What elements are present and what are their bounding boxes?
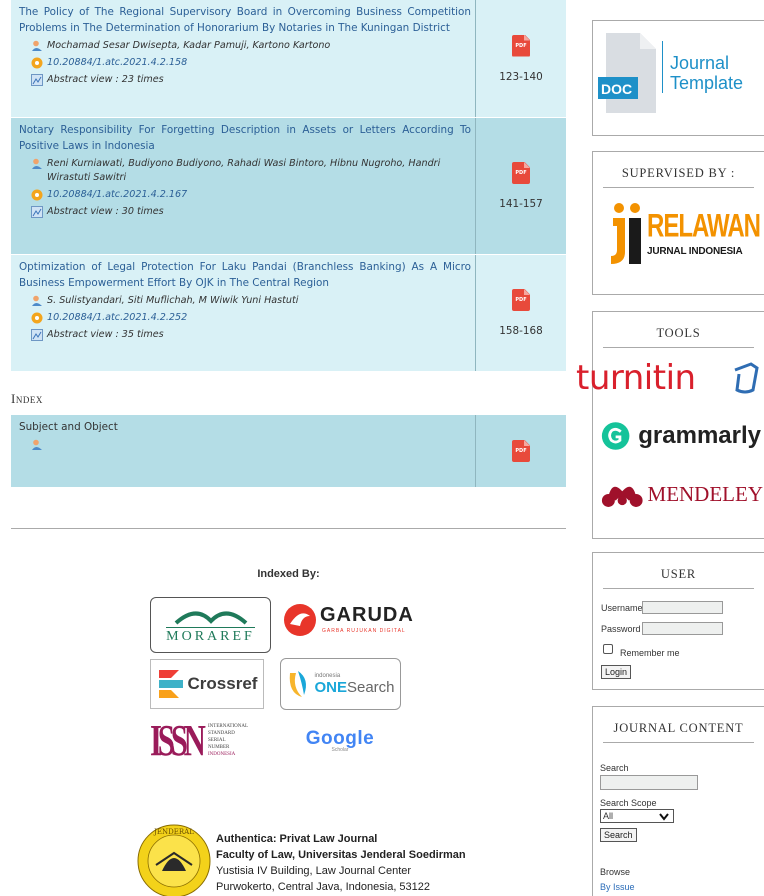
pdf-icon[interactable]: PDF: [512, 289, 530, 311]
chevron-down-icon: [659, 813, 669, 821]
username-input[interactable]: [642, 601, 723, 614]
moraref-logo[interactable]: MORAREF: [150, 597, 271, 653]
rji-logo[interactable]: RELAWAN JURNAL INDONESIA: [607, 202, 761, 266]
footer-building: Yustisia IV Building, Law Journal Center: [216, 865, 412, 877]
pdf-icon[interactable]: PDF: [512, 440, 530, 462]
issn-text-lines: INTERNATIONAL STANDARD SERIAL NUMBER IND…: [208, 723, 248, 757]
article-authors: Reni Kurniawati, Budiyono Budiyono, Raha…: [19, 157, 471, 185]
search-input[interactable]: [600, 775, 698, 790]
supervised-title: SUPERVISED BY :: [603, 152, 754, 188]
sidebar-tools-block: TOOLS turnitin grammarly MENDELEY: [576, 311, 764, 539]
doi-link[interactable]: 10.20884/1.atc.2021.4.2.167: [47, 188, 187, 202]
svg-text:JENDERAL: JENDERAL: [153, 828, 194, 836]
search-scope-select[interactable]: All: [600, 809, 674, 823]
remember-label: Remember me: [620, 648, 680, 658]
view-stats-icon: [31, 74, 43, 86]
article-pages: 123-140: [499, 70, 543, 83]
article-doi: 10.20884/1.atc.2021.4.2.158: [19, 56, 471, 70]
onesearch-icon: [290, 671, 307, 697]
section-heading-index: Index: [11, 391, 43, 406]
article-doi: 10.20884/1.atc.2021.4.2.252: [19, 311, 471, 325]
article-views: Abstract view : 23 times: [19, 73, 471, 87]
search-scope-label: Search Scope: [600, 798, 657, 808]
view-stats-icon: [31, 329, 43, 341]
issn-logo[interactable]: ISSN INTERNATIONAL STANDARD SERIAL NUMBE…: [150, 714, 264, 766]
university-seal-logo: JENDERAL: [136, 815, 212, 896]
doi-icon: [31, 57, 43, 69]
doi-link[interactable]: 10.20884/1.atc.2021.4.2.158: [47, 56, 187, 70]
journal-content-title: JOURNAL CONTENT: [603, 707, 754, 743]
mendeley-icon: [601, 486, 643, 507]
article-authors: S. Sulistyandari, Siti Muflichah, M Wiwi…: [19, 294, 471, 308]
garuda-bird-icon: [284, 604, 316, 636]
doc-file-icon: [598, 33, 656, 113]
sidebar-template-block: DOC Journal Template: [592, 20, 764, 136]
article-doi: 10.20884/1.atc.2021.4.2.167: [19, 188, 471, 202]
index-title-link[interactable]: Subject and Object: [19, 419, 471, 435]
username-label: Username: [601, 603, 643, 613]
search-button[interactable]: Search: [600, 828, 637, 842]
tools-title: TOOLS: [603, 312, 754, 348]
article-row: Optimization of Legal Protection For Lak…: [11, 255, 566, 372]
grammarly-logo[interactable]: grammarly: [601, 416, 761, 456]
author-icon: [32, 439, 42, 450]
sidebar-journal-content-block: JOURNAL CONTENT Search Search Scope All …: [592, 706, 764, 896]
doi-icon: [31, 312, 43, 324]
turnitin-mark-icon: [734, 362, 759, 394]
pdf-icon[interactable]: PDF: [512, 162, 530, 184]
sidebar-user-block: USER Username Password Remember me Login: [592, 552, 764, 690]
footer-city: Purwokerto, Central Java, Indonesia, 531…: [216, 881, 431, 893]
onesearch-logo[interactable]: indonesia ONESearch: [280, 658, 401, 710]
article-title-link[interactable]: Optimization of Legal Protection For Lak…: [19, 259, 471, 291]
pdf-icon[interactable]: PDF: [512, 34, 530, 57]
article-views: Abstract view : 35 times: [19, 328, 471, 342]
remember-checkbox[interactable]: [603, 644, 613, 654]
password-input[interactable]: [642, 622, 723, 635]
turnitin-logo[interactable]: turnitin: [576, 358, 764, 398]
browse-by-issue-link[interactable]: By Issue: [600, 882, 635, 892]
search-label: Search: [600, 763, 629, 773]
seal-icon: JENDERAL: [137, 824, 211, 896]
sidebar-supervised-block: SUPERVISED BY : RELAWAN JURNAL INDONESIA: [592, 151, 764, 295]
article-views: Abstract view : 30 times: [19, 205, 471, 219]
rji-icon: [611, 203, 641, 264]
article-row: The Policy of The Regional Supervisory B…: [11, 0, 566, 118]
author-icon: [32, 40, 42, 51]
login-button[interactable]: Login: [601, 665, 632, 679]
footer-contact: Authentica: Privat Law Journal Faculty o…: [216, 831, 516, 895]
view-stats-icon: [31, 206, 43, 218]
article-row: Notary Responsibility For Forgetting Des…: [11, 118, 566, 255]
password-label: Password: [601, 624, 641, 634]
footer-faculty: Faculty of Law, Universitas Jenderal Soe…: [216, 849, 466, 861]
indexed-by-label: Indexed By:: [257, 568, 320, 580]
content-divider: [11, 528, 566, 529]
author-icon: [32, 158, 42, 169]
moraref-book-icon: [174, 611, 247, 625]
doi-icon: [31, 189, 43, 201]
google-scholar-logo[interactable]: Google Scholar: [290, 728, 390, 758]
user-title: USER: [603, 553, 754, 589]
crossref-icon: [158, 670, 183, 698]
article-pages: 158-168: [499, 325, 543, 337]
grammarly-icon: [601, 422, 630, 450]
browse-label: Browse: [600, 867, 631, 877]
journal-template-link[interactable]: DOC Journal Template: [598, 29, 758, 125]
author-icon: [32, 295, 42, 306]
doi-link[interactable]: 10.20884/1.atc.2021.4.2.252: [47, 311, 187, 325]
article-pages: 141-157: [499, 198, 543, 210]
main-content: The Policy of The Regional Supervisory B…: [11, 0, 566, 488]
mendeley-logo[interactable]: MENDELEY: [601, 474, 763, 514]
article-title-link[interactable]: The Policy of The Regional Supervisory B…: [19, 4, 471, 36]
article-title-link[interactable]: Notary Responsibility For Forgetting Des…: [19, 122, 471, 154]
crossref-logo[interactable]: Crossref: [150, 659, 264, 709]
garuda-logo[interactable]: GARUDA GARBA RUJUKAN DIGITAL: [282, 600, 414, 640]
article-authors: Mochamad Sesar Dwisepta, Kadar Pamuji, K…: [19, 39, 471, 53]
index-row: Subject and Object PDF: [11, 415, 566, 488]
footer-journal-name: Authentica: Privat Law Journal: [216, 833, 378, 845]
